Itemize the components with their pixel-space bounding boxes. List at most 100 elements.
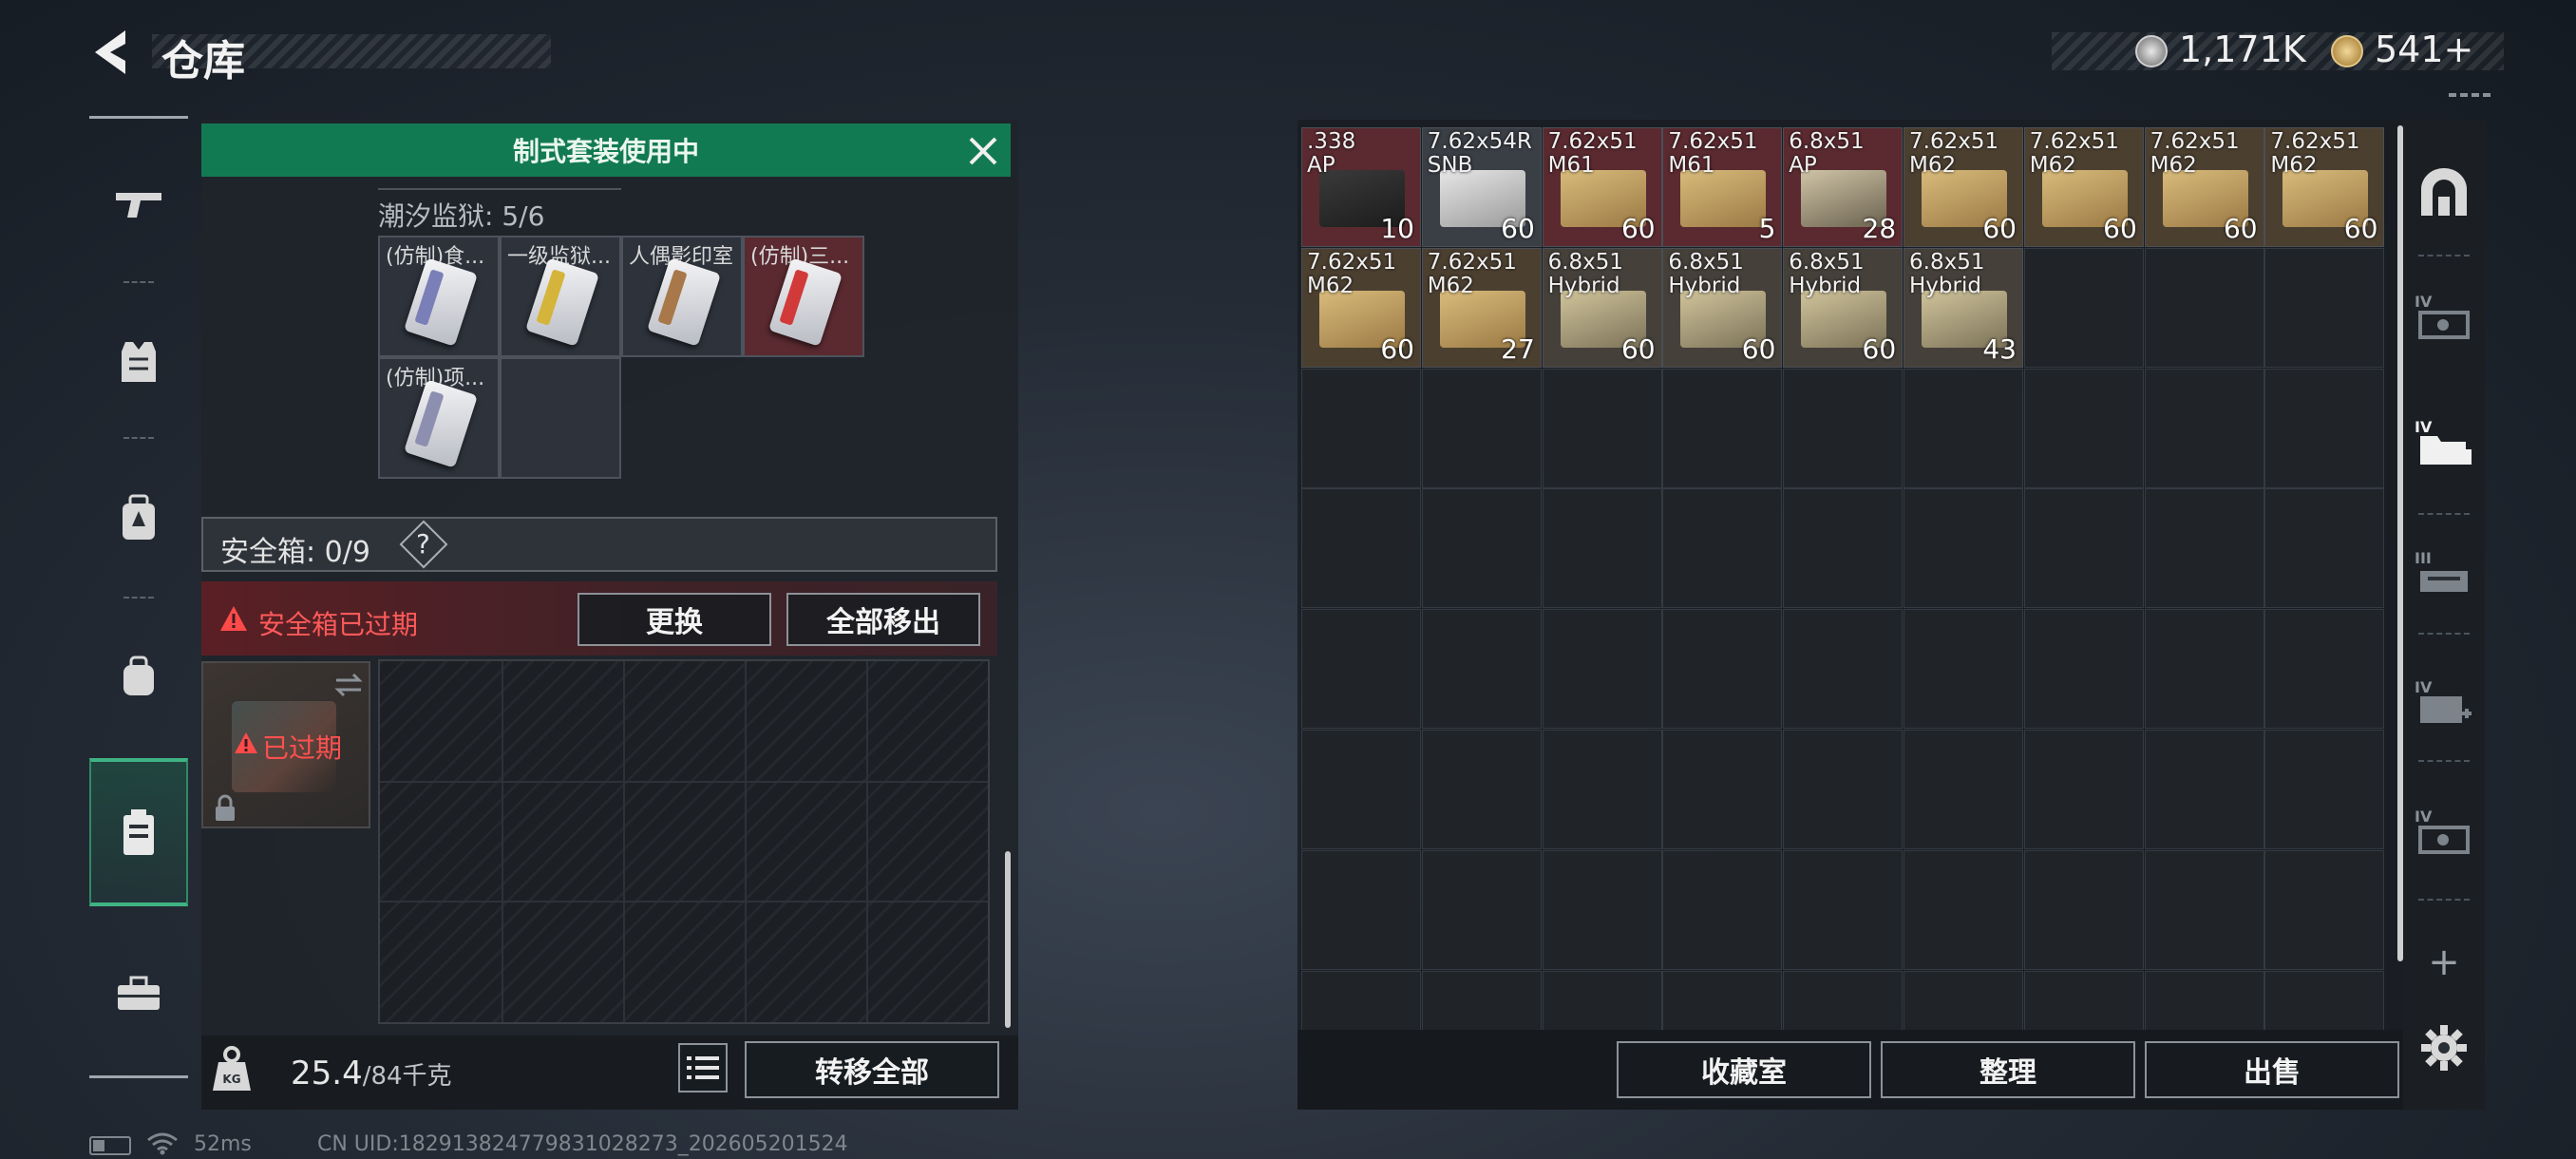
storage-item[interactable]: 6.8x51 Hybrid 60 — [1542, 247, 1662, 368]
storage-empty-cell[interactable] — [1904, 730, 2023, 849]
rail-item-armor-backpack[interactable] — [89, 456, 188, 580]
remove-all-button[interactable]: 全部移出 — [786, 593, 980, 646]
storage-item[interactable]: 7.62x51 M61 5 — [1662, 127, 1783, 247]
storage-empty-cell[interactable] — [2144, 609, 2264, 730]
storage-empty-cell[interactable] — [1421, 970, 1542, 1032]
left-scrollbar[interactable] — [1005, 851, 1011, 1028]
storage-empty-cell[interactable] — [1662, 849, 1783, 970]
storage-empty-cell[interactable] — [2144, 247, 2264, 368]
storage-item[interactable]: 6.8x51 Hybrid 43 — [1904, 247, 2023, 368]
storage-item[interactable]: 6.8x51 AP 28 — [1783, 127, 1904, 247]
rail-item-bag[interactable] — [89, 614, 188, 737]
storage-empty-cell[interactable] — [2023, 488, 2144, 609]
rail-item-weapon[interactable] — [89, 142, 188, 266]
sort-button[interactable]: 整理 — [1881, 1041, 2135, 1098]
storage-empty-cell[interactable] — [1542, 609, 1662, 730]
storage-empty-cell[interactable] — [1301, 488, 1421, 609]
storage-tab-3[interactable]: IV — [2413, 410, 2475, 473]
storage-empty-cell[interactable] — [1301, 849, 1421, 970]
storage-empty-cell[interactable] — [2264, 730, 2385, 849]
storage-item[interactable]: 7.62x51 M62 60 — [2144, 127, 2264, 247]
storage-empty-cell[interactable] — [1783, 488, 1904, 609]
storage-tab-6[interactable]: IV — [2413, 800, 2475, 863]
storage-empty-cell[interactable] — [1662, 609, 1783, 730]
storage-tab-5[interactable]: IV — [2413, 671, 2475, 733]
storage-empty-cell[interactable] — [2144, 368, 2264, 488]
empty-set-slot[interactable] — [500, 357, 621, 479]
rail-item-vest[interactable] — [89, 300, 188, 424]
storage-empty-cell[interactable] — [1904, 849, 2023, 970]
storage-grid[interactable]: .338 AP 10 7.62x54R SNB 60 7.62x51 M61 60 7.62… — [1301, 127, 2388, 1032]
set-slot[interactable]: 人偶影印室 — [621, 236, 743, 357]
storage-empty-cell[interactable] — [2144, 730, 2264, 849]
storage-item[interactable]: 7.62x54R SNB 60 — [1421, 127, 1542, 247]
storage-empty-cell[interactable] — [1301, 368, 1421, 488]
storage-empty-cell[interactable] — [2264, 488, 2385, 609]
storage-empty-cell[interactable] — [2264, 849, 2385, 970]
list-view-button[interactable] — [678, 1043, 728, 1092]
collection-room-button[interactable]: 收藏室 — [1617, 1041, 1871, 1098]
storage-empty-cell[interactable] — [2023, 609, 2144, 730]
storage-empty-cell[interactable] — [2264, 247, 2385, 368]
storage-empty-cell[interactable] — [1783, 970, 1904, 1032]
rail-item-safebox[interactable] — [89, 758, 188, 906]
storage-empty-cell[interactable] — [1904, 609, 2023, 730]
sell-button[interactable]: 出售 — [2145, 1041, 2399, 1098]
storage-empty-cell[interactable] — [1783, 730, 1904, 849]
storage-empty-cell[interactable] — [1542, 970, 1662, 1032]
storage-item[interactable]: 7.62x51 M62 60 — [2023, 127, 2144, 247]
storage-empty-cell[interactable] — [2023, 970, 2144, 1032]
storage-empty-cell[interactable] — [2023, 730, 2144, 849]
storage-empty-cell[interactable] — [1783, 368, 1904, 488]
set-slot[interactable]: 一级监狱... — [500, 236, 621, 357]
storage-item[interactable]: 6.8x51 Hybrid 60 — [1662, 247, 1783, 368]
storage-empty-cell[interactable] — [1301, 970, 1421, 1032]
help-icon[interactable]: ? — [416, 528, 430, 560]
storage-empty-cell[interactable] — [2264, 609, 2385, 730]
storage-empty-cell[interactable] — [1421, 609, 1542, 730]
close-banner-button[interactable] — [963, 131, 1003, 171]
settings-button[interactable] — [2413, 1016, 2475, 1079]
storage-empty-cell[interactable] — [1421, 368, 1542, 488]
storage-empty-cell[interactable] — [2264, 970, 2385, 1032]
storage-empty-cell[interactable] — [1662, 730, 1783, 849]
set-slot[interactable]: (仿制)食... — [378, 236, 500, 357]
storage-empty-cell[interactable] — [1662, 368, 1783, 488]
storage-item[interactable]: 6.8x51 Hybrid 60 — [1783, 247, 1904, 368]
storage-empty-cell[interactable] — [1904, 970, 2023, 1032]
storage-empty-cell[interactable] — [2023, 368, 2144, 488]
storage-item[interactable]: 7.62x51 M61 60 — [1542, 127, 1662, 247]
replace-button[interactable]: 更换 — [578, 593, 771, 646]
storage-empty-cell[interactable] — [1301, 609, 1421, 730]
storage-item[interactable]: 7.62x51 M62 60 — [1904, 127, 2023, 247]
storage-empty-cell[interactable] — [1542, 730, 1662, 849]
storage-empty-cell[interactable] — [1542, 368, 1662, 488]
rail-item-toolbox[interactable] — [89, 931, 188, 1054]
storage-empty-cell[interactable] — [1662, 970, 1783, 1032]
gold-currency-value[interactable]: 541+ — [2375, 28, 2473, 70]
storage-empty-cell[interactable] — [1421, 849, 1542, 970]
storage-empty-cell[interactable] — [1542, 488, 1662, 609]
add-storage-button[interactable]: + — [2413, 931, 2475, 994]
set-slot[interactable]: (仿制)项... — [378, 357, 500, 479]
storage-tab-2[interactable]: IV — [2413, 285, 2475, 348]
storage-empty-cell[interactable] — [2264, 368, 2385, 488]
storage-empty-cell[interactable] — [1421, 488, 1542, 609]
storage-empty-cell[interactable] — [1542, 849, 1662, 970]
storage-empty-cell[interactable] — [1421, 730, 1542, 849]
transfer-all-button[interactable]: 转移全部 — [745, 1041, 999, 1098]
storage-empty-cell[interactable] — [1301, 730, 1421, 849]
safebox-grid[interactable] — [378, 659, 990, 1024]
storage-item[interactable]: 7.62x51 M62 27 — [1421, 247, 1542, 368]
storage-item[interactable]: 7.62x51 M62 60 — [2264, 127, 2385, 247]
storage-empty-cell[interactable] — [1904, 368, 2023, 488]
set-slot[interactable]: (仿制)三... — [743, 236, 864, 357]
storage-empty-cell[interactable] — [2023, 849, 2144, 970]
storage-empty-cell[interactable] — [2144, 849, 2264, 970]
storage-tab-4[interactable]: III — [2413, 542, 2475, 604]
back-button[interactable] — [87, 27, 135, 78]
storage-item[interactable]: .338 AP 10 — [1301, 127, 1421, 247]
storage-empty-cell[interactable] — [2144, 488, 2264, 609]
storage-empty-cell[interactable] — [1662, 488, 1783, 609]
storage-empty-cell[interactable] — [2023, 247, 2144, 368]
